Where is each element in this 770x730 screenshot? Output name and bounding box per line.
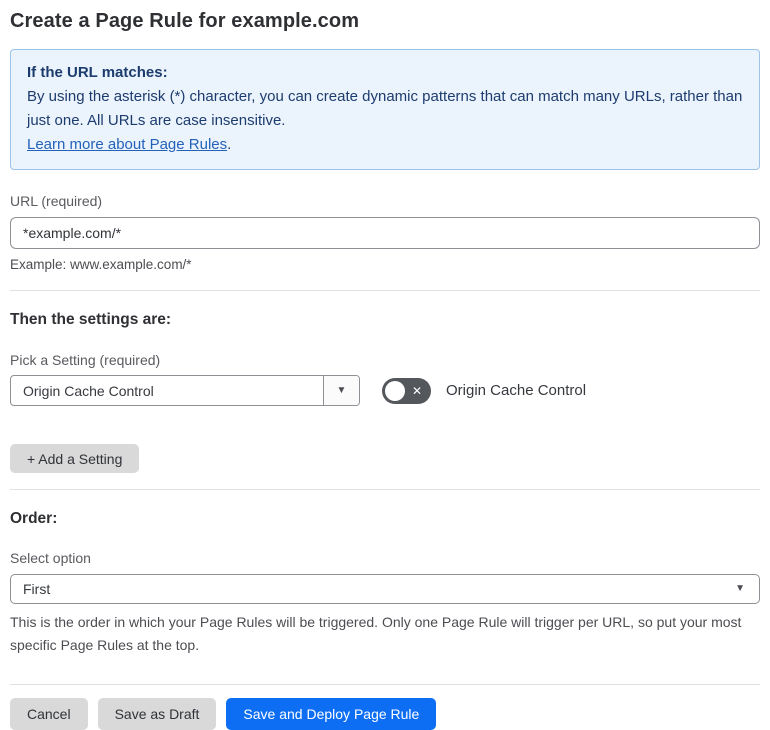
settings-section-heading: Then the settings are: [10, 311, 172, 328]
setting-picker-label: Pick a Setting (required) [10, 352, 161, 368]
setting-select-arrow-button[interactable]: ▼ [323, 376, 359, 405]
save-and-deploy-button[interactable]: Save and Deploy Page Rule [226, 698, 437, 730]
chevron-down-icon: ▼ [336, 384, 347, 396]
info-box-body: By using the asterisk (*) character, you… [27, 88, 743, 129]
order-section-heading: Order: [10, 510, 58, 527]
info-box-heading: If the URL matches: [27, 64, 168, 81]
chevron-down-icon: ▼ [735, 583, 745, 594]
link-period: . [227, 136, 232, 153]
setting-picker-row: Origin Cache Control ▼ ✕ Origin Cache Co… [10, 375, 760, 406]
order-helper-text: This is the order in which your Page Rul… [10, 614, 742, 653]
order-select-value: First [23, 581, 51, 597]
url-field-label: URL (required) [10, 193, 103, 209]
url-match-info-box: If the URL matches: By using the asteris… [10, 49, 760, 170]
url-input[interactable] [10, 217, 760, 249]
page-title: Create a Page Rule for example.com [10, 10, 360, 32]
order-select-label: Select option [10, 550, 91, 566]
setting-select-value: Origin Cache Control [23, 382, 154, 399]
learn-more-link[interactable]: Learn more about Page Rules [27, 136, 227, 153]
origin-cache-control-toggle[interactable]: ✕ [382, 377, 431, 404]
setting-select[interactable]: Origin Cache Control ▼ [10, 375, 360, 406]
save-as-draft-button[interactable]: Save as Draft [97, 698, 217, 730]
divider [10, 684, 760, 685]
url-example-helper: Example: www.example.com/* [10, 257, 192, 272]
cancel-button[interactable]: Cancel [10, 698, 88, 730]
toggle-off-x-icon: ✕ [411, 383, 422, 398]
info-box-link-line: Learn more about Page Rules. [27, 133, 743, 157]
divider [10, 290, 760, 291]
toggle-label: Origin Cache Control [446, 382, 587, 399]
footer-actions: Cancel Save as Draft Save and Deploy Pag… [10, 698, 760, 730]
divider [10, 489, 760, 490]
add-setting-button[interactable]: + Add a Setting [10, 444, 140, 473]
toggle-knob [385, 380, 405, 401]
order-select[interactable]: First ▼ [10, 574, 760, 604]
